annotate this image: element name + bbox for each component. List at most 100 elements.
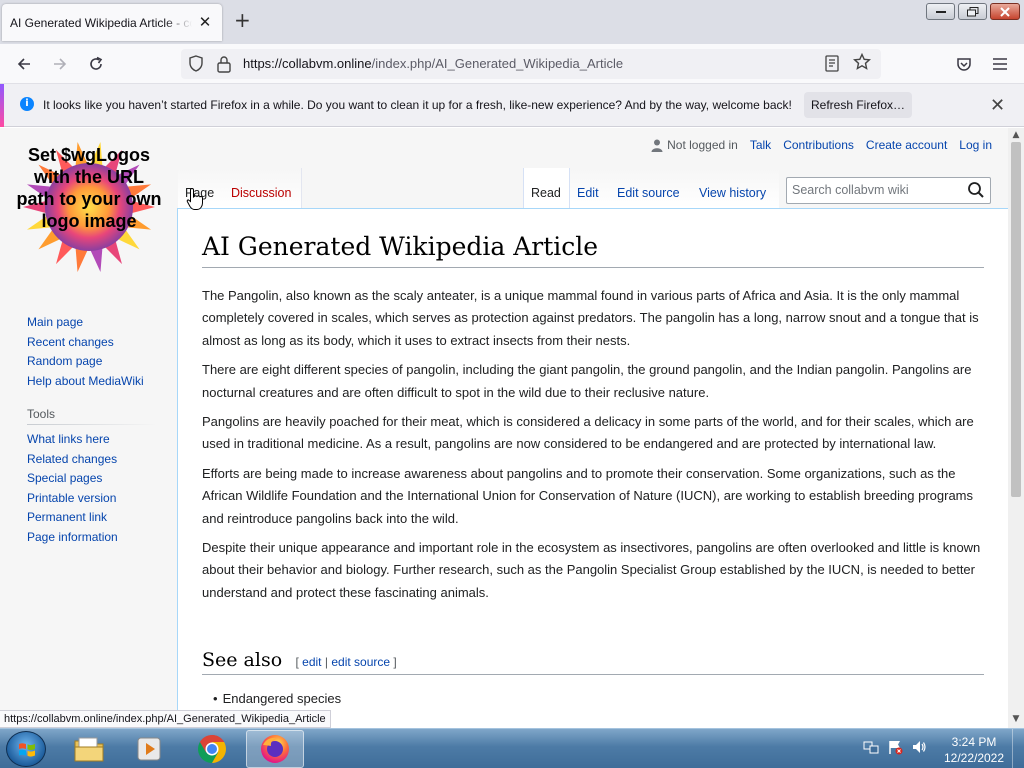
taskbar-clock[interactable]: 3:24 PM 12/22/2022 xyxy=(940,734,1008,766)
sidebar-divider xyxy=(27,424,157,425)
start-button[interactable] xyxy=(6,731,46,767)
article-paragraph: Efforts are being made to increase aware… xyxy=(202,465,973,526)
sidebar-navigation: Main page Recent changes Random page Hel… xyxy=(27,313,144,391)
sidebar-item-special-pages[interactable]: Special pages xyxy=(27,469,118,489)
sidebar-tools-heading: Tools xyxy=(27,407,56,421)
lock-icon[interactable] xyxy=(217,55,231,73)
browser-tab[interactable]: AI Generated Wikipedia Article - coll ✕ xyxy=(2,4,222,41)
hamburger-lines xyxy=(993,58,1007,70)
talk-link[interactable]: Talk xyxy=(750,138,771,152)
close-icon xyxy=(1000,6,1010,17)
taskbar-chrome-icon[interactable] xyxy=(183,730,241,768)
tab-close-icon[interactable]: ✕ xyxy=(196,13,214,31)
sidebar-item-page-information[interactable]: Page information xyxy=(27,528,118,548)
refresh-firefox-button[interactable]: Refresh Firefox… xyxy=(804,92,912,118)
reload-button[interactable] xyxy=(85,53,107,75)
separator: | xyxy=(324,655,328,669)
info-icon: i xyxy=(20,97,34,111)
tracking-shield-icon[interactable] xyxy=(188,55,204,72)
network-icon[interactable] xyxy=(863,739,879,755)
not-logged-in-label: Not logged in xyxy=(667,138,738,152)
search-icon[interactable] xyxy=(967,181,985,199)
windows-logo-icon xyxy=(19,743,35,757)
window-close-button[interactable] xyxy=(990,3,1020,20)
personal-tools: Not logged in Talk Contributions Create … xyxy=(651,138,992,152)
system-tray xyxy=(863,739,927,755)
tab-view-history[interactable]: View history xyxy=(699,186,766,200)
bracket-close: ] xyxy=(393,655,397,669)
tab-edit[interactable]: Edit xyxy=(577,186,599,200)
tab-read[interactable]: Read xyxy=(531,186,561,200)
tab-title: AI Generated Wikipedia Article - coll xyxy=(10,15,192,30)
sidebar-item-random-page[interactable]: Random page xyxy=(27,352,144,372)
address-bar[interactable]: https://collabvm.online/index.php/AI_Gen… xyxy=(181,49,881,79)
pocket-shape xyxy=(957,58,971,71)
page-viewport: Set $wgLogos with the URL path to your o… xyxy=(0,128,1008,728)
create-account-link[interactable]: Create account xyxy=(866,138,947,152)
sidebar-item-printable-version[interactable]: Printable version xyxy=(27,489,118,509)
folder-shape xyxy=(74,737,104,762)
notification-message: It looks like you haven’t started Firefo… xyxy=(43,98,792,112)
tab-discussion[interactable]: Discussion xyxy=(231,186,291,200)
action-center-flag-icon[interactable] xyxy=(887,739,903,755)
article-paragraph: Despite their unique appearance and impo… xyxy=(202,540,981,600)
reload-icon xyxy=(90,56,103,70)
sidebar-item-what-links-here[interactable]: What links here xyxy=(27,430,118,450)
article-paragraph: Pangolins are heavily poached for their … xyxy=(202,414,974,452)
bracket-open: [ xyxy=(295,655,299,669)
search-input[interactable] xyxy=(792,183,962,197)
sidebar-tools: What links here Related changes Special … xyxy=(27,430,118,547)
reader-view-icon[interactable] xyxy=(825,55,839,72)
see-also-title: See also xyxy=(202,649,283,671)
logo-placeholder-text: Set $wgLogos with the URL path to your o… xyxy=(16,145,162,231)
clock-date: 12/22/2022 xyxy=(943,751,1005,765)
restore-icon xyxy=(966,6,978,16)
sidebar-item-recent-changes[interactable]: Recent changes xyxy=(27,333,144,353)
see-also-heading: See also [ edit | edit source ] xyxy=(202,649,984,675)
volume-icon[interactable] xyxy=(911,739,927,755)
new-tab-button[interactable]: + xyxy=(234,10,251,30)
chrome-shape xyxy=(198,735,226,763)
back-button[interactable] xyxy=(13,53,35,75)
article-body: The Pangolin, also known as the scaly an… xyxy=(202,285,986,611)
sidebar-item-related-changes[interactable]: Related changes xyxy=(27,450,118,470)
sidebar-item-help[interactable]: Help about MediaWiki xyxy=(27,372,144,392)
minimize-icon xyxy=(935,10,946,13)
section-edit-link[interactable]: edit xyxy=(302,655,321,669)
list-item: Endangered species xyxy=(213,691,342,706)
firefox-shape xyxy=(261,735,289,763)
forward-button[interactable] xyxy=(49,53,71,75)
article-paragraph: The Pangolin, also known as the scaly an… xyxy=(202,288,979,348)
show-desktop-button[interactable] xyxy=(1012,729,1024,768)
url-text[interactable]: https://collabvm.online/index.php/AI_Gen… xyxy=(243,56,623,71)
article-content: AI Generated Wikipedia Article The Pango… xyxy=(177,208,1008,728)
hamburger-menu-icon[interactable] xyxy=(989,53,1011,75)
notification-close-icon[interactable]: ✕ xyxy=(990,95,1005,116)
log-in-link[interactable]: Log in xyxy=(959,138,992,152)
page-title: AI Generated Wikipedia Article xyxy=(202,232,984,268)
browser-title-bar: AI Generated Wikipedia Article - coll ✕ … xyxy=(0,0,1024,44)
taskbar-firefox-icon[interactable] xyxy=(246,730,304,768)
scrollbar-thumb[interactable] xyxy=(1011,142,1021,497)
page-scrollbar[interactable]: ▲ ▼ xyxy=(1008,128,1024,728)
hand-cursor-icon xyxy=(186,187,203,210)
browser-nav-bar: https://collabvm.online/index.php/AI_Gen… xyxy=(0,44,1024,84)
sidebar-item-permanent-link[interactable]: Permanent link xyxy=(27,508,118,528)
media-player-shape xyxy=(137,737,161,761)
contributions-link[interactable]: Contributions xyxy=(783,138,854,152)
bookmark-star-icon[interactable] xyxy=(853,53,871,71)
taskbar-explorer-icon[interactable] xyxy=(60,730,118,768)
pocket-icon[interactable] xyxy=(953,53,975,75)
search-box xyxy=(786,177,991,204)
sidebar-item-main-page[interactable]: Main page xyxy=(27,313,144,333)
scroll-up-arrow-icon[interactable]: ▲ xyxy=(1008,130,1024,140)
window-restore-button[interactable] xyxy=(958,3,987,20)
tab-edit-source[interactable]: Edit source xyxy=(617,186,680,200)
section-edit-source-link[interactable]: edit source xyxy=(331,655,390,669)
notification-bar: i It looks like you haven’t started Fire… xyxy=(0,84,1024,127)
taskbar-media-player-icon[interactable] xyxy=(121,730,179,768)
arrow-right-icon xyxy=(54,58,67,70)
window-minimize-button[interactable] xyxy=(926,3,955,20)
section-edit-links: [ edit | edit source ] xyxy=(295,655,396,669)
scroll-down-arrow-icon[interactable]: ▼ xyxy=(1008,714,1024,724)
